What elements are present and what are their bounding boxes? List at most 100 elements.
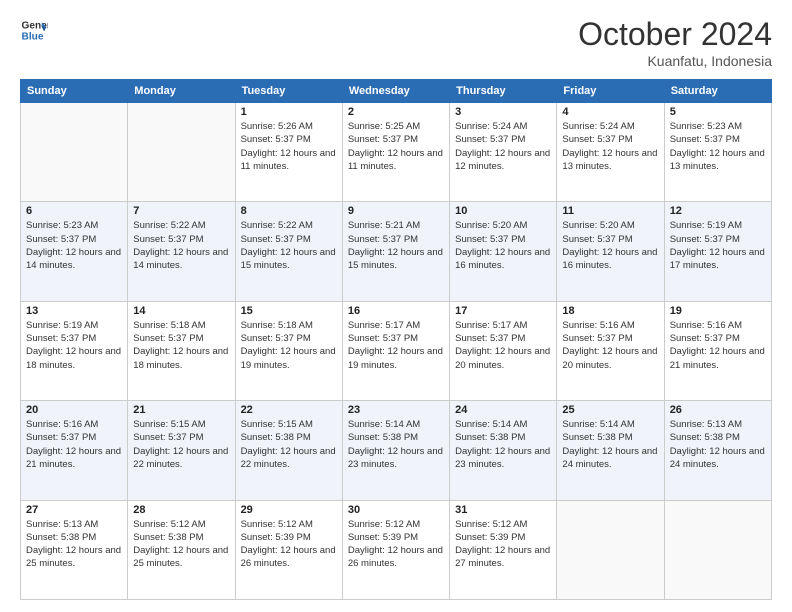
day-info: Sunrise: 5:13 AM Sunset: 5:38 PM Dayligh… [670, 418, 766, 471]
day-number: 5 [670, 106, 766, 118]
day-number: 21 [133, 404, 229, 416]
calendar-week-3: 13Sunrise: 5:19 AM Sunset: 5:37 PM Dayli… [21, 301, 772, 400]
calendar-cell: 1 Sunrise: 5:26 AM Sunset: 5:37 PM Daylig… [235, 103, 342, 202]
calendar-cell: 25Sunrise: 5:14 AM Sunset: 5:38 PM Dayli… [557, 401, 664, 500]
day-info: Sunrise: 5:12 AM Sunset: 5:39 PM Dayligh… [348, 518, 444, 571]
day-info: Sunrise: 5:12 AM Sunset: 5:39 PM Dayligh… [455, 518, 551, 571]
title-block: October 2024 Kuanfatu, Indonesia [578, 16, 772, 69]
calendar-cell [557, 500, 664, 599]
calendar-header-row: Sunday Monday Tuesday Wednesday Thursday… [21, 80, 772, 103]
calendar-cell: 20 Sunrise: 5:16 AM Sunset: 5:37 PM Dayli… [21, 401, 128, 500]
calendar-cell: 27 Sunrise: 5:13 AM Sunset: 5:38 PM Dayli… [21, 500, 128, 599]
calendar-cell: 5 Sunrise: 5:23 AM Sunset: 5:37 PM Daylig… [664, 103, 771, 202]
day-info: Sunrise: 5:13 AM Sunset: 5:38 PM Dayligh… [26, 518, 122, 571]
col-wednesday: Wednesday [342, 80, 449, 103]
calendar-week-2: 6Sunrise: 5:23 AM Sunset: 5:37 PM Daylig… [21, 202, 772, 301]
day-info: Sunrise: 5:25 AM Sunset: 5:37 PM Dayligh… [348, 120, 444, 173]
calendar-cell: 13Sunrise: 5:19 AM Sunset: 5:37 PM Dayli… [21, 301, 128, 400]
day-number: 4 [562, 106, 658, 118]
day-number: 9 [348, 205, 444, 217]
day-number: 1 [241, 106, 337, 118]
logo-icon: General Blue [20, 16, 48, 44]
day-number: 17 [455, 305, 551, 317]
calendar-cell: 17Sunrise: 5:17 AM Sunset: 5:37 PM Dayli… [450, 301, 557, 400]
day-info: Sunrise: 5:26 AM Sunset: 5:37 PM Dayligh… [241, 120, 337, 173]
page: General Blue October 2024 Kuanfatu, Indo… [0, 0, 792, 612]
day-number: 30 [348, 504, 444, 516]
calendar-cell: 19 Sunrise: 5:16 AM Sunset: 5:37 PM Dayli… [664, 301, 771, 400]
month-title: October 2024 [578, 16, 772, 53]
day-number: 15 [241, 305, 337, 317]
calendar-cell: 29Sunrise: 5:12 AM Sunset: 5:39 PM Dayli… [235, 500, 342, 599]
day-info: Sunrise: 5:20 AM Sunset: 5:37 PM Dayligh… [455, 219, 551, 272]
day-number: 10 [455, 205, 551, 217]
day-info: Sunrise: 5:23 AM Sunset: 5:37 PM Dayligh… [670, 120, 766, 173]
day-number: 16 [348, 305, 444, 317]
day-number: 18 [562, 305, 658, 317]
calendar-cell: 31 Sunrise: 5:12 AM Sunset: 5:39 PM Dayli… [450, 500, 557, 599]
col-tuesday: Tuesday [235, 80, 342, 103]
day-info: Sunrise: 5:16 AM Sunset: 5:37 PM Dayligh… [670, 319, 766, 372]
day-number: 19 [670, 305, 766, 317]
calendar-cell: 22 Sunrise: 5:15 AM Sunset: 5:38 PM Dayli… [235, 401, 342, 500]
day-number: 22 [241, 404, 337, 416]
day-info: Sunrise: 5:15 AM Sunset: 5:38 PM Dayligh… [241, 418, 337, 471]
calendar-cell: 15 Sunrise: 5:18 AM Sunset: 5:37 PM Dayli… [235, 301, 342, 400]
day-info: Sunrise: 5:18 AM Sunset: 5:37 PM Dayligh… [133, 319, 229, 372]
calendar-cell: 14 Sunrise: 5:18 AM Sunset: 5:37 PM Dayli… [128, 301, 235, 400]
calendar-cell [128, 103, 235, 202]
logo: General Blue [20, 16, 48, 44]
day-info: Sunrise: 5:14 AM Sunset: 5:38 PM Dayligh… [348, 418, 444, 471]
calendar-cell: 8Sunrise: 5:22 AM Sunset: 5:37 PM Daylig… [235, 202, 342, 301]
calendar-cell: 9 Sunrise: 5:21 AM Sunset: 5:37 PM Daylig… [342, 202, 449, 301]
calendar-cell: 7 Sunrise: 5:22 AM Sunset: 5:37 PM Daylig… [128, 202, 235, 301]
day-info: Sunrise: 5:20 AM Sunset: 5:37 PM Dayligh… [562, 219, 658, 272]
day-number: 3 [455, 106, 551, 118]
day-info: Sunrise: 5:24 AM Sunset: 5:37 PM Dayligh… [562, 120, 658, 173]
day-info: Sunrise: 5:18 AM Sunset: 5:37 PM Dayligh… [241, 319, 337, 372]
day-number: 6 [26, 205, 122, 217]
day-number: 28 [133, 504, 229, 516]
day-number: 7 [133, 205, 229, 217]
calendar-cell: 11 Sunrise: 5:20 AM Sunset: 5:37 PM Dayli… [557, 202, 664, 301]
calendar-cell: 16 Sunrise: 5:17 AM Sunset: 5:37 PM Dayli… [342, 301, 449, 400]
calendar-cell: 3 Sunrise: 5:24 AM Sunset: 5:37 PM Daylig… [450, 103, 557, 202]
day-number: 8 [241, 205, 337, 217]
calendar-cell: 28 Sunrise: 5:12 AM Sunset: 5:38 PM Dayli… [128, 500, 235, 599]
day-number: 14 [133, 305, 229, 317]
day-info: Sunrise: 5:12 AM Sunset: 5:38 PM Dayligh… [133, 518, 229, 571]
day-info: Sunrise: 5:16 AM Sunset: 5:37 PM Dayligh… [562, 319, 658, 372]
col-saturday: Saturday [664, 80, 771, 103]
day-info: Sunrise: 5:19 AM Sunset: 5:37 PM Dayligh… [670, 219, 766, 272]
calendar-cell: 6Sunrise: 5:23 AM Sunset: 5:37 PM Daylig… [21, 202, 128, 301]
day-info: Sunrise: 5:24 AM Sunset: 5:37 PM Dayligh… [455, 120, 551, 173]
day-number: 20 [26, 404, 122, 416]
day-number: 11 [562, 205, 658, 217]
day-info: Sunrise: 5:16 AM Sunset: 5:37 PM Dayligh… [26, 418, 122, 471]
calendar-cell: 18 Sunrise: 5:16 AM Sunset: 5:37 PM Dayli… [557, 301, 664, 400]
day-info: Sunrise: 5:14 AM Sunset: 5:38 PM Dayligh… [562, 418, 658, 471]
calendar-cell: 26 Sunrise: 5:13 AM Sunset: 5:38 PM Dayli… [664, 401, 771, 500]
calendar-week-5: 27 Sunrise: 5:13 AM Sunset: 5:38 PM Dayli… [21, 500, 772, 599]
day-number: 31 [455, 504, 551, 516]
day-number: 24 [455, 404, 551, 416]
calendar-cell: 2Sunrise: 5:25 AM Sunset: 5:37 PM Daylig… [342, 103, 449, 202]
calendar-cell [664, 500, 771, 599]
col-monday: Monday [128, 80, 235, 103]
calendar-cell: 4 Sunrise: 5:24 AM Sunset: 5:37 PM Daylig… [557, 103, 664, 202]
calendar-week-1: 1 Sunrise: 5:26 AM Sunset: 5:37 PM Daylig… [21, 103, 772, 202]
day-info: Sunrise: 5:15 AM Sunset: 5:37 PM Dayligh… [133, 418, 229, 471]
day-info: Sunrise: 5:17 AM Sunset: 5:37 PM Dayligh… [348, 319, 444, 372]
day-number: 27 [26, 504, 122, 516]
location: Kuanfatu, Indonesia [578, 53, 772, 69]
day-number: 26 [670, 404, 766, 416]
day-info: Sunrise: 5:21 AM Sunset: 5:37 PM Dayligh… [348, 219, 444, 272]
calendar-cell: 21 Sunrise: 5:15 AM Sunset: 5:37 PM Dayli… [128, 401, 235, 500]
calendar-cell [21, 103, 128, 202]
col-sunday: Sunday [21, 80, 128, 103]
calendar-table: Sunday Monday Tuesday Wednesday Thursday… [20, 79, 772, 600]
calendar-cell: 10 Sunrise: 5:20 AM Sunset: 5:37 PM Dayli… [450, 202, 557, 301]
col-thursday: Thursday [450, 80, 557, 103]
day-info: Sunrise: 5:22 AM Sunset: 5:37 PM Dayligh… [133, 219, 229, 272]
calendar-cell: 24Sunrise: 5:14 AM Sunset: 5:38 PM Dayli… [450, 401, 557, 500]
